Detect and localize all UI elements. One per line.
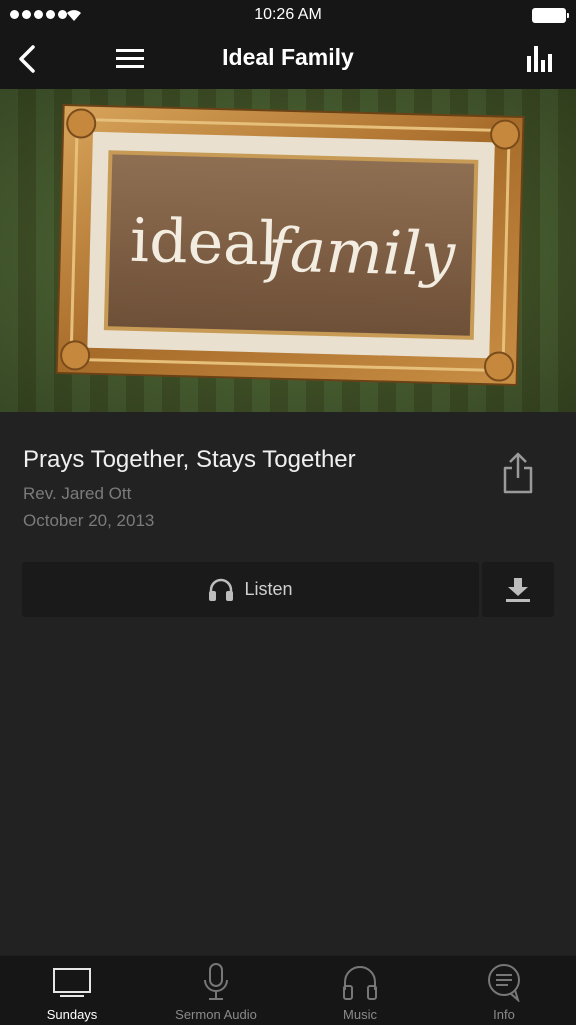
battery-icon <box>532 8 569 23</box>
share-icon[interactable] <box>500 452 536 494</box>
page-title: Ideal Family <box>222 44 354 70</box>
download-icon <box>506 578 530 602</box>
banner-title-right: family <box>263 215 457 290</box>
headphones-icon <box>209 578 234 601</box>
listen-button[interactable]: Listen <box>22 562 479 617</box>
series-banner-image: ideal family <box>0 89 576 412</box>
tab-bar: Sundays Sermon Audio Music Info <box>0 955 576 1025</box>
tab-label: Sermon Audio <box>175 1007 257 1022</box>
listen-label: Listen <box>244 579 293 599</box>
headphones-icon <box>343 966 377 1000</box>
download-button[interactable] <box>482 562 554 617</box>
status-bar: 10:26 AM <box>0 0 576 30</box>
sermon-date: October 20, 2013 <box>23 511 155 530</box>
sermon-title: Prays Together, Stays Together <box>23 446 356 473</box>
tab-label: Music <box>343 1007 377 1022</box>
tab-sermon-audio[interactable]: Sermon Audio <box>144 956 288 1025</box>
bar-chart-icon[interactable] <box>526 46 554 72</box>
tab-info[interactable]: Info <box>432 956 576 1025</box>
banner-title-left: ideal <box>129 206 279 280</box>
nav-bar: Ideal Family <box>0 30 576 89</box>
sermon-info: Prays Together, Stays Together Rev. Jare… <box>23 446 356 531</box>
status-time: 10:26 AM <box>254 6 322 23</box>
tv-icon <box>53 968 91 997</box>
microphone-icon <box>204 963 228 1000</box>
tab-label: Info <box>493 1007 515 1022</box>
tab-music[interactable]: Music <box>288 956 432 1025</box>
sermon-speaker: Rev. Jared Ott <box>23 484 132 503</box>
tab-label: Sundays <box>46 1007 98 1022</box>
tab-sundays[interactable]: Sundays <box>0 956 144 1025</box>
chat-bubble-icon <box>488 964 520 1002</box>
